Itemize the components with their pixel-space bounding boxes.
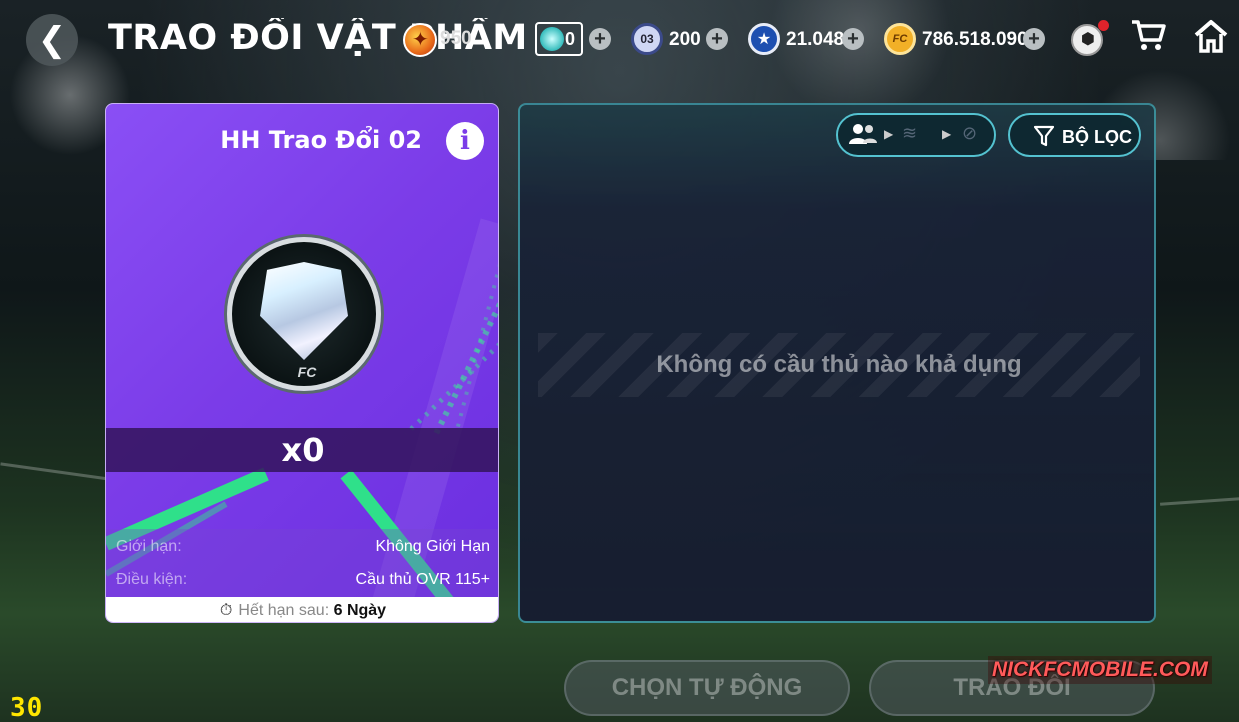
pitch-line [0, 462, 110, 481]
info-icon[interactable]: i [446, 122, 484, 160]
page-title: TRAO ĐỔI VẬT PHẨM [108, 18, 528, 58]
stack-icon: ≋ [902, 123, 918, 143]
limit-row: Giới hạn: Không Giới Hạn [116, 538, 490, 562]
home-icon[interactable] [1193, 18, 1229, 54]
shopping-cart-icon[interactable] [1130, 18, 1166, 61]
gem-currency[interactable]: 0 [535, 22, 583, 56]
event-badge-icon [403, 23, 437, 57]
add-ticket-icon[interactable]: + [706, 28, 728, 50]
fps-counter: 30 [10, 693, 44, 722]
step-indicator[interactable]: ▶ ≋ ▶ ⊘ [836, 113, 996, 157]
limit-value: Không Giới Hạn [375, 538, 490, 555]
chevron-right-icon: ▶ [884, 127, 894, 141]
fc-coin-icon: FC [884, 23, 916, 55]
expiry-bar: ⏱ Hết hạn sau: 6 Ngày [106, 597, 498, 622]
fc-coins-value: 786.518.090 [922, 29, 1028, 50]
condition-row: Điều kiện: Cầu thủ OVR 115+ [116, 571, 490, 595]
back-button[interactable]: ❮ [26, 14, 78, 66]
item-quantity: x0 [106, 428, 498, 472]
blocked-icon: ⊘ [962, 123, 978, 143]
gem-value: 0 [565, 29, 576, 49]
limit-label: Giới hạn: [116, 538, 182, 555]
gem-icon [540, 27, 564, 51]
player-selection-panel: ▶ ≋ ▶ ⊘ BỘ LỌC Không có cầu thủ nào khả … [518, 103, 1156, 623]
fc-logo-icon: FC [297, 364, 317, 380]
auto-select-button[interactable]: CHỌN TỰ ĐỘNG [564, 660, 850, 716]
player-points-value: 21.048 [786, 29, 845, 50]
add-player-points-icon[interactable]: + [842, 28, 864, 50]
expiry-label: Hết hạn sau: [238, 602, 330, 619]
football-notification-button[interactable] [1067, 20, 1109, 58]
chevron-left-icon: ❮ [37, 21, 67, 59]
exchange-item-card[interactable]: HH Trao Đổi 02 i FC x0 Giới hạn: Không G… [105, 103, 499, 623]
empty-state-message: Không có cầu thủ nào khả dụng [656, 351, 1022, 378]
item-medallion: FC [227, 237, 381, 391]
watermark: NICKFCMOBILE.COM [988, 656, 1212, 684]
add-fc-coins-icon[interactable]: + [1023, 28, 1045, 50]
currency-value: 950 [440, 28, 472, 49]
filter-button[interactable]: BỘ LỌC [1008, 113, 1141, 157]
shield-icon [260, 262, 348, 360]
chevron-right-icon: ▶ [942, 127, 952, 141]
filter-label: BỘ LỌC [1062, 127, 1132, 147]
condition-label: Điều kiện: [116, 571, 188, 588]
funnel-icon [1034, 125, 1054, 147]
pitch-line [1159, 497, 1239, 506]
group-icon [848, 122, 878, 151]
notification-dot [1098, 20, 1109, 31]
expiry-value: 6 Ngày [333, 602, 387, 619]
stopwatch-icon: ⏱ [219, 602, 233, 619]
ticket-value: 200 [669, 29, 701, 50]
player-icon: ★ [748, 23, 780, 55]
ticket-03-icon: 03 [631, 23, 663, 55]
condition-value: Cầu thủ OVR 115+ [355, 571, 490, 588]
add-gem-icon[interactable]: + [589, 28, 611, 50]
card-title: HH Trao Đổi 02 [220, 126, 422, 154]
card-info: Giới hạn: Không Giới Hạn Điều kiện: Cầu … [106, 529, 498, 597]
